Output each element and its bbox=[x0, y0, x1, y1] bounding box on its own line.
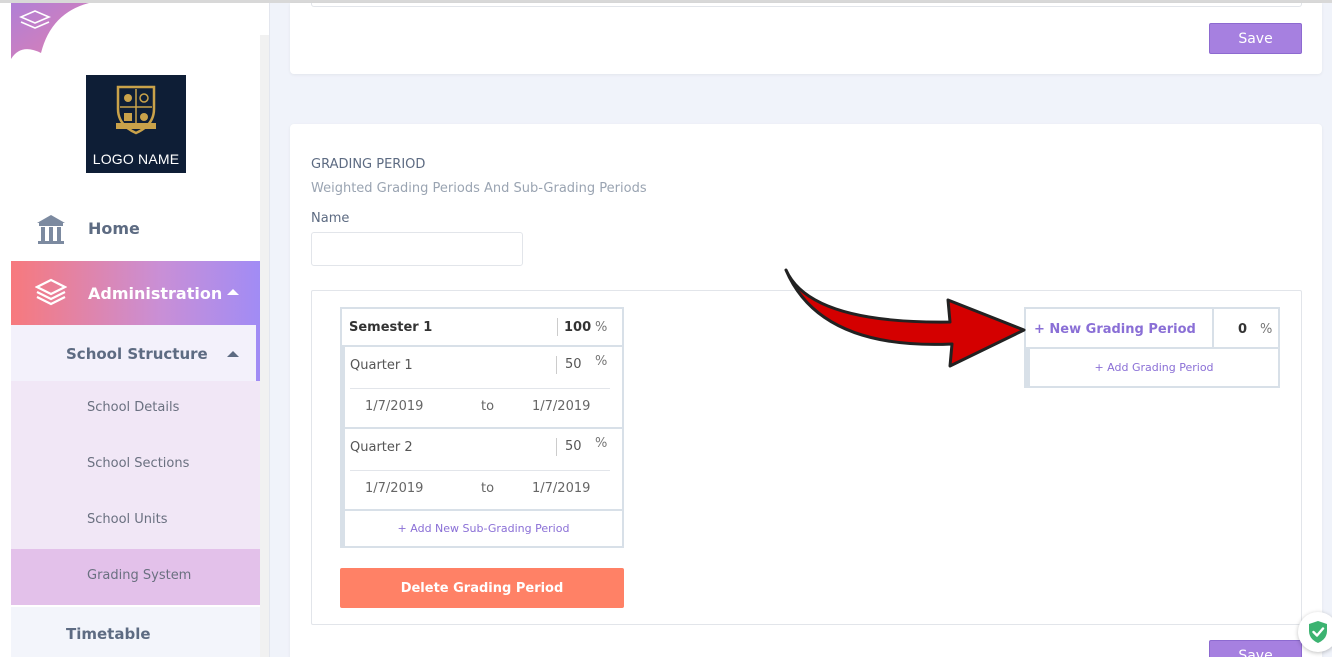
shield-check-icon bbox=[1309, 621, 1327, 643]
date-range-to: to bbox=[481, 399, 495, 414]
semester-table: Semester 1 100 % Quarter 1 50 % 1/7/2019… bbox=[340, 307, 624, 548]
end-date[interactable]: 1/7/2019 bbox=[532, 399, 590, 414]
sidebar-item-label: School Sections bbox=[87, 456, 190, 471]
sidebar-item-school-units[interactable]: School Units bbox=[11, 493, 260, 549]
caret-up-icon bbox=[227, 351, 239, 357]
sidebar-item-school-details[interactable]: School Details bbox=[11, 381, 260, 437]
semester-name: Semester 1 bbox=[349, 320, 433, 335]
save-button[interactable]: Save bbox=[1209, 23, 1302, 54]
divider bbox=[556, 356, 557, 374]
quarter-weight[interactable]: 50 bbox=[565, 439, 582, 454]
crest-icon bbox=[116, 85, 156, 135]
new-grading-period-table: + New Grading Period 0 % + Add Grading P… bbox=[1024, 307, 1280, 388]
red-arrow-icon bbox=[784, 268, 1026, 368]
security-badge[interactable] bbox=[1298, 612, 1332, 652]
save-button-bottom[interactable]: Save bbox=[1209, 640, 1302, 657]
nav-home[interactable]: Home bbox=[11, 199, 260, 263]
percent-sign: % bbox=[595, 320, 608, 335]
add-grading-period-link[interactable]: + Add Grading Period bbox=[1026, 349, 1278, 386]
quarter-row: Quarter 1 50 % 1/7/2019 to 1/7/2019 bbox=[342, 347, 622, 429]
sidebar-item-grading-system[interactable]: Grading System bbox=[11, 549, 260, 605]
divider bbox=[1212, 309, 1214, 349]
section-title: GRADING PERIOD bbox=[311, 157, 426, 172]
sidebar-scrollbar[interactable] bbox=[260, 35, 269, 657]
school-building-icon bbox=[37, 215, 65, 244]
quarter-weight[interactable]: 50 bbox=[565, 357, 582, 372]
collapse-corner-icon[interactable] bbox=[11, 3, 91, 63]
semester-header[interactable]: Semester 1 100 % bbox=[342, 309, 622, 347]
caret-up-icon bbox=[227, 289, 239, 295]
start-date[interactable]: 1/7/2019 bbox=[365, 399, 423, 414]
nav-administration[interactable]: Administration bbox=[11, 261, 260, 325]
settings-card-top: Save bbox=[290, 3, 1322, 74]
section-subtitle: Weighted Grading Periods And Sub-Grading… bbox=[311, 181, 647, 196]
divider bbox=[556, 438, 557, 456]
name-input[interactable] bbox=[311, 232, 523, 266]
new-grading-period-header: + New Grading Period 0 % bbox=[1026, 309, 1278, 349]
nav-school-structure[interactable]: School Structure bbox=[11, 325, 260, 383]
percent-sign: % bbox=[595, 436, 608, 451]
quarter-name[interactable]: Quarter 1 bbox=[350, 358, 413, 373]
sidebar-item-school-sections[interactable]: School Sections bbox=[11, 437, 260, 493]
new-period-weight[interactable]: 0 bbox=[1238, 322, 1247, 337]
nav-home-label: Home bbox=[88, 219, 140, 238]
end-date[interactable]: 1/7/2019 bbox=[532, 481, 590, 496]
divider bbox=[557, 318, 558, 336]
name-label: Name bbox=[311, 211, 350, 226]
nav-timetable[interactable]: Timetable bbox=[11, 607, 260, 657]
new-grading-period-link[interactable]: + New Grading Period bbox=[1034, 322, 1196, 337]
sidebar-item-label: School Units bbox=[87, 512, 168, 527]
nav-administration-label: Administration bbox=[88, 284, 223, 303]
nav-timetable-label: Timetable bbox=[66, 625, 151, 643]
sidebar-item-label: Grading System bbox=[87, 568, 192, 583]
percent-sign: % bbox=[595, 354, 608, 369]
add-sub-grading-period-link[interactable]: + Add New Sub-Grading Period bbox=[342, 511, 622, 546]
quarter-name[interactable]: Quarter 2 bbox=[350, 440, 413, 455]
date-range-to: to bbox=[481, 481, 495, 496]
delete-grading-period-button[interactable]: Delete Grading Period bbox=[340, 568, 624, 608]
semester-weight[interactable]: 100 bbox=[564, 320, 591, 335]
sidebar-item-label: School Details bbox=[87, 400, 180, 415]
text-field[interactable] bbox=[311, 3, 1302, 7]
divider bbox=[350, 388, 610, 389]
sidebar: LOGO NAME Home Administration School Str… bbox=[0, 3, 270, 657]
percent-sign: % bbox=[1260, 322, 1273, 337]
grading-period-card: GRADING PERIOD Weighted Grading Periods … bbox=[290, 124, 1322, 657]
school-logo: LOGO NAME bbox=[86, 75, 186, 173]
quarter-row: Quarter 2 50 % 1/7/2019 to 1/7/2019 bbox=[342, 429, 622, 511]
start-date[interactable]: 1/7/2019 bbox=[365, 481, 423, 496]
nav-school-structure-label: School Structure bbox=[66, 345, 208, 363]
logo-name: LOGO NAME bbox=[92, 151, 180, 167]
layers-icon bbox=[35, 278, 67, 306]
divider bbox=[350, 470, 610, 471]
